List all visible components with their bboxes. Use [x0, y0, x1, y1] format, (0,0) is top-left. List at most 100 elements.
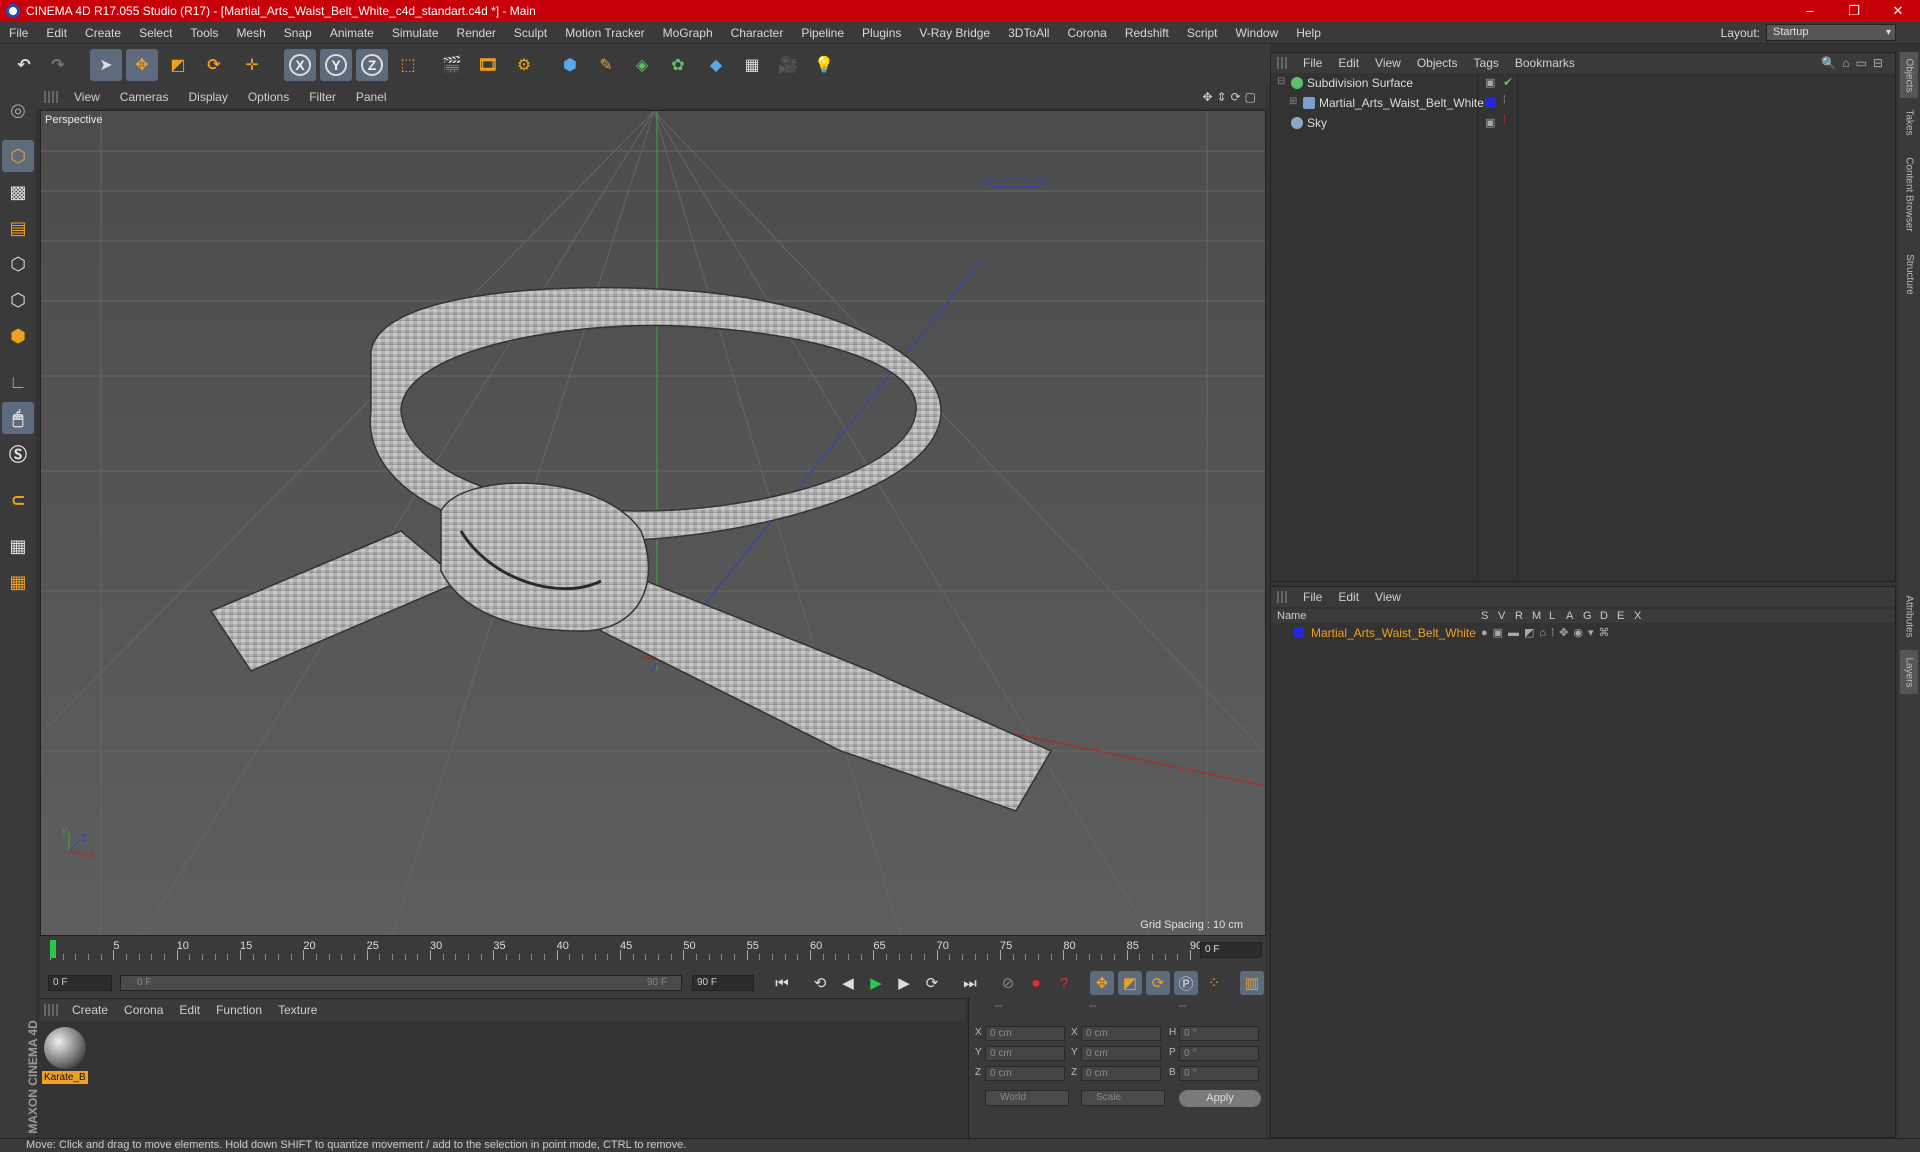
object-menu-bookmarks[interactable]: Bookmarks	[1507, 56, 1583, 70]
start-frame-field[interactable]: 0 F	[48, 975, 112, 991]
pen-spline-icon[interactable]: ✎	[590, 49, 622, 81]
play-icon[interactable]: ▶	[864, 971, 888, 995]
key-scale-icon[interactable]: ◩	[1118, 971, 1142, 995]
playhead-marker[interactable]	[50, 940, 56, 958]
model-mode-icon[interactable]: ⬡	[2, 140, 34, 172]
layer-menu-edit[interactable]: Edit	[1330, 590, 1367, 604]
y-axis-lock-button[interactable]: Y	[320, 49, 352, 81]
layer-color-swatch[interactable]	[1485, 97, 1496, 108]
column-xref[interactable]: X	[1634, 610, 1641, 622]
viewport-nav-icons[interactable]: ✥⇕⟳▢	[1202, 90, 1260, 104]
tab-layers[interactable]: Layers	[1900, 650, 1918, 694]
subdivision-surface-icon[interactable]: ◈	[626, 49, 658, 81]
column-render[interactable]: R	[1515, 610, 1523, 622]
panel-grip-icon[interactable]	[1277, 591, 1289, 603]
menu-pipeline[interactable]: Pipeline	[792, 22, 853, 44]
position-z-field[interactable]: 0 cm	[985, 1066, 1065, 1081]
scale-mode-dropdown[interactable]: Scale	[1081, 1090, 1165, 1106]
layer-toggles-icons[interactable]: ●▣▬◩⌂⁞✥◉▾⌘	[1481, 626, 1614, 639]
auto-keying-icon[interactable]: ?	[1052, 971, 1076, 995]
next-frame-icon[interactable]: ▶	[892, 971, 916, 995]
current-frame-field[interactable]: 0 F	[1200, 942, 1262, 958]
layer-menu-view[interactable]: View	[1367, 590, 1409, 604]
cloner-icon[interactable]: ✿	[662, 49, 694, 81]
viewport-menu-cameras[interactable]: Cameras	[110, 90, 179, 104]
menu-3dtoall[interactable]: 3DToAll	[999, 22, 1058, 44]
tab-structure[interactable]: Structure	[1900, 246, 1918, 302]
key-pla-icon[interactable]: ⁘	[1202, 971, 1226, 995]
rotation-h-field[interactable]: 0 °	[1179, 1026, 1259, 1041]
tab-takes[interactable]: Takes	[1900, 102, 1918, 142]
key-parameter-icon[interactable]: Ⓟ	[1174, 971, 1198, 995]
keyframe-selection-icon[interactable]: ⊘	[996, 971, 1020, 995]
polygons-mode-icon[interactable]: ⬢	[2, 320, 34, 352]
menu-mograph[interactable]: MoGraph	[654, 22, 722, 44]
viewport-menu-options[interactable]: Options	[238, 90, 299, 104]
viewport-menu-filter[interactable]: Filter	[299, 90, 346, 104]
camera-icon[interactable]: 🎥	[772, 49, 804, 81]
tab-objects[interactable]: Objects	[1900, 52, 1918, 98]
object-row[interactable]: ⊟ Subdivision Surface ▣ ✔	[1271, 73, 1895, 93]
layer-row[interactable]: Martial_Arts_Waist_Belt_White ●▣▬◩⌂⁞✥◉▾⌘	[1271, 625, 1895, 641]
lock-workplane-icon[interactable]: ▦	[2, 530, 34, 562]
object-name[interactable]: Subdivision Surface	[1307, 76, 1413, 90]
column-manager[interactable]: M	[1532, 610, 1541, 622]
frame-range-slider[interactable]: 0 F 90 F	[120, 975, 682, 991]
3d-viewport[interactable]: Y X Z Perspective Grid Spacing : 10 cm	[40, 110, 1266, 936]
enabled-check-icon[interactable]: ✔	[1503, 75, 1513, 89]
rotation-p-field[interactable]: 0 °	[1179, 1046, 1259, 1061]
expand-icon[interactable]: ⊞	[1289, 96, 1297, 107]
column-lock[interactable]: L	[1549, 610, 1555, 622]
make-editable-icon[interactable]: ◎	[2, 94, 34, 126]
size-z-field[interactable]: 0 cm	[1081, 1066, 1161, 1081]
cube-icon[interactable]: ⬢	[554, 49, 586, 81]
menu-help[interactable]: Help	[1287, 22, 1330, 44]
object-name[interactable]: Martial_Arts_Waist_Belt_White	[1319, 96, 1484, 110]
column-expressions[interactable]: E	[1617, 610, 1624, 622]
menu-simulate[interactable]: Simulate	[383, 22, 448, 44]
render-view-icon[interactable]: 🎬	[436, 49, 468, 81]
deformer-icon[interactable]: ◆	[700, 49, 732, 81]
timeline-ruler[interactable]: 051015202530354045505560657075808590	[50, 938, 1202, 966]
column-animation[interactable]: A	[1566, 610, 1573, 622]
menu-plugins[interactable]: Plugins	[853, 22, 910, 44]
object-row[interactable]: ⊞ Martial_Arts_Waist_Belt_White ⁞	[1271, 93, 1895, 113]
object-menu-objects[interactable]: Objects	[1409, 56, 1466, 70]
menu-file[interactable]: File	[0, 22, 37, 44]
key-position-icon[interactable]: ✥	[1090, 971, 1114, 995]
light-icon[interactable]: 💡	[808, 49, 840, 81]
previous-frame-icon[interactable]: ◀	[836, 971, 860, 995]
texture-mode-icon[interactable]: ▩	[2, 176, 34, 208]
menu-render[interactable]: Render	[448, 22, 505, 44]
panel-grip-icon[interactable]	[1277, 57, 1289, 69]
menu-animate[interactable]: Animate	[321, 22, 383, 44]
snap-icon[interactable]: ⊂	[2, 484, 34, 516]
viewport-menu-view[interactable]: View	[64, 90, 110, 104]
render-picture-viewer-icon[interactable]: 🎞	[472, 49, 504, 81]
menu-motion-tracker[interactable]: Motion Tracker	[556, 22, 653, 44]
coordinate-system-icon[interactable]: ⬚	[392, 49, 424, 81]
panel-grip-icon[interactable]	[44, 1004, 58, 1016]
column-deformers[interactable]: D	[1600, 610, 1608, 622]
size-x-field[interactable]: 0 cm	[1081, 1026, 1161, 1041]
tab-attributes[interactable]: Attributes	[1900, 586, 1918, 646]
end-frame-field[interactable]: 90 F	[692, 975, 754, 991]
object-menu-view[interactable]: View	[1367, 56, 1409, 70]
object-menu-file[interactable]: File	[1295, 56, 1330, 70]
object-row[interactable]: Sky ▣ ⁞	[1271, 113, 1895, 133]
material-menu-create[interactable]: Create	[64, 1003, 116, 1017]
maximize-button[interactable]: ❐	[1832, 0, 1876, 22]
minimize-button[interactable]: –	[1788, 0, 1832, 22]
menu-tools[interactable]: Tools	[181, 22, 227, 44]
menu-character[interactable]: Character	[722, 22, 793, 44]
column-solo[interactable]: S	[1481, 610, 1488, 622]
coordinate-mode-dropdown[interactable]: World	[985, 1090, 1069, 1106]
visibility-toggle-icon[interactable]: ▣	[1485, 76, 1495, 89]
select-tool-icon[interactable]: ➤	[90, 49, 122, 81]
menu-script[interactable]: Script	[1178, 22, 1227, 44]
previous-key-icon[interactable]: ⟲	[808, 971, 832, 995]
menu-edit[interactable]: Edit	[37, 22, 76, 44]
material-preview-sphere[interactable]	[44, 1027, 86, 1069]
position-x-field[interactable]: 0 cm	[985, 1026, 1065, 1041]
collapse-icon[interactable]: ⊟	[1277, 76, 1285, 87]
